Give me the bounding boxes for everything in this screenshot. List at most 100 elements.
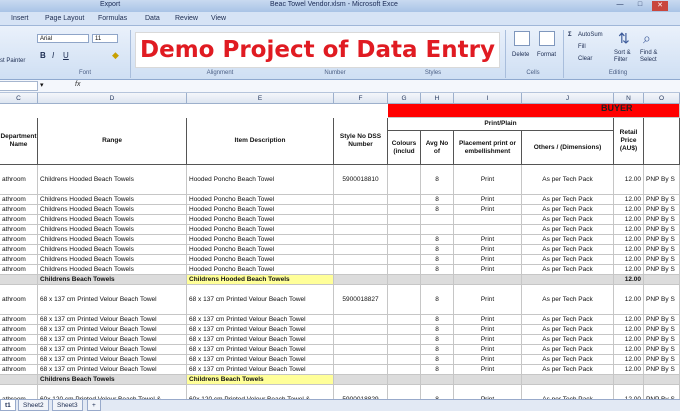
cell-colours[interactable] xyxy=(388,345,421,355)
cell-price[interactable]: 12.00 xyxy=(614,315,644,325)
cell-place[interactable]: Print xyxy=(454,365,522,375)
cell-place[interactable] xyxy=(454,225,522,235)
cell-o[interactable]: PNP By S xyxy=(644,245,680,255)
cell-avg[interactable] xyxy=(421,275,454,285)
buyer-header-band[interactable] xyxy=(388,104,680,118)
cell-range[interactable]: Childrens Hooded Beach Towels xyxy=(38,165,187,195)
cell-o[interactable]: PNP By S xyxy=(644,345,680,355)
cell-avg[interactable]: 8 xyxy=(421,235,454,245)
cell-avg[interactable]: 8 xyxy=(421,195,454,205)
cell-o[interactable]: PNP By S xyxy=(644,235,680,245)
cell-range[interactable]: 68 x 137 cm Printed Velour Beach Towel xyxy=(38,335,187,345)
cell-item[interactable]: Hooded Poncho Beach Towel xyxy=(187,225,334,235)
cell-colours[interactable] xyxy=(388,275,421,285)
cell-style[interactable]: 5900018810 xyxy=(334,165,388,195)
cell-item[interactable]: Hooded Poncho Beach Towel xyxy=(187,215,334,225)
cell-range[interactable]: Childrens Hooded Beach Towels xyxy=(38,235,187,245)
cell-avg[interactable]: 8 xyxy=(421,365,454,375)
cell-item[interactable]: Hooded Poncho Beach Towel xyxy=(187,165,334,195)
sheet-tab-sheet3[interactable]: Sheet3 xyxy=(52,400,83,411)
cell-range[interactable]: Childrens Beach Towels xyxy=(38,275,187,285)
cell-dept[interactable]: athroom xyxy=(0,205,38,215)
cell-dept[interactable]: athroom xyxy=(0,225,38,235)
header-column-o[interactable] xyxy=(644,118,680,165)
cell-dept[interactable]: athroom xyxy=(0,365,38,375)
cell-range[interactable]: Childrens Hooded Beach Towels xyxy=(38,265,187,275)
cell-colours[interactable] xyxy=(388,205,421,215)
cell-place[interactable]: Print xyxy=(454,265,522,275)
cell-o[interactable]: PNP By S xyxy=(644,215,680,225)
font-size-select[interactable]: 11 xyxy=(92,34,118,43)
cell-dept[interactable]: athroom xyxy=(0,355,38,365)
cell-avg[interactable]: 8 xyxy=(421,345,454,355)
maximize-button[interactable]: □ xyxy=(632,1,648,11)
cell-others[interactable]: As per Tech Pack xyxy=(522,245,614,255)
cell-style[interactable]: 5900018827 xyxy=(334,285,388,315)
tab-page-layout[interactable]: Page Layout xyxy=(45,15,84,22)
cell-item[interactable]: 68 x 137 cm Printed Velour Beach Towel xyxy=(187,365,334,375)
cell-range[interactable]: 68 x 137 cm Printed Velour Beach Towel xyxy=(38,365,187,375)
cell-colours[interactable] xyxy=(388,235,421,245)
tab-review[interactable]: Review xyxy=(175,15,198,22)
cell-item[interactable]: Childrens Hooded Beach Towels xyxy=(187,275,334,285)
cell-place[interactable]: Print xyxy=(454,325,522,335)
cell-avg[interactable]: 8 xyxy=(421,335,454,345)
cell-item[interactable]: 68 x 137 cm Printed Velour Beach Towel xyxy=(187,355,334,365)
cell-o[interactable]: PNP By S xyxy=(644,255,680,265)
sheet-tab-1[interactable]: t1 xyxy=(0,400,16,411)
cell-o[interactable] xyxy=(644,375,680,385)
cell-avg[interactable]: 8 xyxy=(421,325,454,335)
cell-place[interactable] xyxy=(454,215,522,225)
cell-colours[interactable] xyxy=(388,365,421,375)
cell-colours[interactable] xyxy=(388,335,421,345)
cell-range[interactable]: Childrens Hooded Beach Towels xyxy=(38,225,187,235)
cell-place[interactable]: Print xyxy=(454,345,522,355)
cell-style[interactable] xyxy=(334,195,388,205)
cell-price[interactable]: 12.00 xyxy=(614,285,644,315)
header-item-description[interactable]: Item Description xyxy=(187,118,334,165)
cell-colours[interactable] xyxy=(388,195,421,205)
cell-others[interactable]: As per Tech Pack xyxy=(522,165,614,195)
cell-others[interactable]: As per Tech Pack xyxy=(522,365,614,375)
cell-dept[interactable]: athroom xyxy=(0,195,38,205)
column-header[interactable]: I xyxy=(454,93,522,104)
cell-price[interactable]: 12.00 xyxy=(614,205,644,215)
underline-icon[interactable]: U xyxy=(63,51,69,60)
cell-style[interactable] xyxy=(334,235,388,245)
cell-item[interactable]: Hooded Poncho Beach Towel xyxy=(187,255,334,265)
cell-avg[interactable]: 8 xyxy=(421,315,454,325)
cell-o[interactable]: PNP By S xyxy=(644,205,680,215)
cell-place[interactable] xyxy=(454,275,522,285)
cell-dept[interactable]: athroom xyxy=(0,265,38,275)
cell-others[interactable]: As per Tech Pack xyxy=(522,235,614,245)
cell-o[interactable]: PNP By S xyxy=(644,195,680,205)
cell-avg[interactable] xyxy=(421,215,454,225)
tab-insert[interactable]: Insert xyxy=(11,15,29,22)
cell-style[interactable] xyxy=(334,225,388,235)
cell-avg[interactable] xyxy=(421,225,454,235)
minimize-button[interactable]: — xyxy=(612,1,628,11)
sheet-tab-sheet2[interactable]: Sheet2 xyxy=(18,400,49,411)
cell-o[interactable]: PNP By S xyxy=(644,315,680,325)
cell-item[interactable]: 68 x 137 cm Printed Velour Beach Towel xyxy=(187,285,334,315)
sort-filter-icon[interactable]: ⇅ xyxy=(618,30,630,47)
cell-range[interactable]: 68 x 137 cm Printed Velour Beach Towel xyxy=(38,285,187,315)
header-range[interactable]: Range xyxy=(38,118,187,165)
cell-style[interactable] xyxy=(334,365,388,375)
insert-sheet-icon[interactable]: + xyxy=(87,400,101,411)
cell-item[interactable]: 68 x 137 cm Printed Velour Beach Towel xyxy=(187,315,334,325)
cell-colours[interactable] xyxy=(388,375,421,385)
cell-style[interactable] xyxy=(334,205,388,215)
cell-price[interactable]: 12.00 xyxy=(614,235,644,245)
cell-price[interactable]: 12.00 xyxy=(614,215,644,225)
cell-others[interactable]: As per Tech Pack xyxy=(522,225,614,235)
column-header[interactable]: H xyxy=(421,93,454,104)
cell-item[interactable]: Hooded Poncho Beach Towel xyxy=(187,265,334,275)
cell-dept[interactable]: athroom xyxy=(0,235,38,245)
cell-place[interactable]: Print xyxy=(454,245,522,255)
cell-item[interactable]: Hooded Poncho Beach Towel xyxy=(187,235,334,245)
cell-dept[interactable]: athroom xyxy=(0,335,38,345)
header-colours[interactable]: Colours (includ xyxy=(388,131,421,165)
find-select-button[interactable]: Find & Select xyxy=(640,50,666,64)
column-header[interactable]: D xyxy=(38,93,187,104)
